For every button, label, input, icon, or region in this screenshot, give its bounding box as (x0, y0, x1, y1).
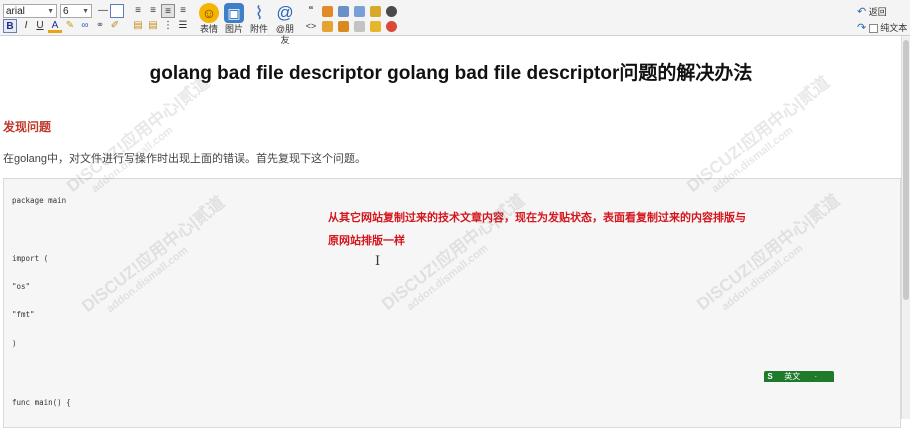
annotation-note: 从其它网站复制过来的技术文章内容，现在为发贴状态，表面看复制过来的内容排版与 原… (328, 207, 808, 253)
ime-extra: · (814, 372, 818, 381)
back-arrow-icon: ↶ (857, 6, 867, 18)
plain-text-label: 纯文本 (880, 23, 908, 33)
code-line: package main (12, 196, 67, 205)
chevron-down-icon: ▼ (82, 8, 89, 15)
password-icon[interactable] (322, 21, 333, 32)
section-heading: 发现问题 (3, 120, 52, 134)
align-right-button[interactable]: ≡ (161, 4, 175, 18)
code-line: "fmt" (12, 310, 35, 319)
smiley-icon: ☺ (199, 3, 219, 23)
font-family-select[interactable]: arial ▼ (3, 4, 57, 18)
attachment-label: 附件 (249, 24, 268, 34)
code-button[interactable]: <> (304, 19, 318, 33)
attachment-button[interactable]: ⌇ 附件 (246, 3, 272, 35)
font-size-value: 6 (63, 6, 69, 17)
plain-text-toggle[interactable]: ↷ 纯文本 (857, 21, 907, 34)
reply-icon[interactable] (338, 21, 349, 32)
scrollbar-thumb[interactable] (903, 40, 909, 300)
flash-icon[interactable] (354, 6, 365, 17)
video-icon[interactable] (386, 6, 397, 17)
italic-button[interactable]: I (19, 19, 33, 33)
chevron-down-icon: ▼ (47, 8, 54, 15)
unordered-list-button[interactable]: ☰ (176, 19, 190, 33)
code-line: "os" (12, 282, 31, 291)
ime-status-bar[interactable]: S 英文 · (764, 371, 834, 382)
code-line: func main() { (12, 398, 71, 407)
back-link[interactable]: ↶ 返回 (857, 5, 887, 18)
annotation-line: 从其它网站复制过来的技术文章内容，现在为发贴状态，表面看复制过来的内容排版与 (328, 212, 746, 224)
image-button[interactable]: ▣ 图片 (221, 3, 247, 35)
horizontal-rule-button[interactable]: — (96, 4, 110, 18)
align-justify-button[interactable]: ≡ (176, 4, 190, 18)
code-line: ) (12, 339, 17, 348)
plain-text-checkbox[interactable] (868, 24, 878, 34)
background-color-icon[interactable]: ✎ (63, 19, 77, 33)
ordered-list-button[interactable]: ⋮ (161, 19, 175, 33)
ime-language: 英文 (784, 372, 801, 381)
float-left-icon[interactable]: ▤ (131, 19, 145, 33)
text-color-button[interactable]: A (48, 19, 62, 33)
bold-button[interactable]: B (3, 19, 17, 33)
float-right-icon[interactable]: ▤ (146, 19, 160, 33)
paperclip-icon: ⌇ (254, 3, 264, 23)
image-icon: ▣ (224, 3, 244, 23)
align-center-button[interactable]: ≡ (146, 4, 160, 18)
qq-icon[interactable] (386, 21, 397, 32)
quote-button[interactable]: “ (304, 4, 318, 18)
at-icon: @ (276, 3, 294, 22)
text-cursor-icon: I (375, 254, 381, 269)
post-title: golang bad file descriptor golang bad fi… (149, 63, 753, 84)
free-content-icon[interactable] (338, 6, 349, 17)
unlink-icon[interactable]: ⚭ (93, 19, 107, 33)
emoji-label: 表情 (199, 24, 218, 34)
font-family-value: arial (6, 6, 25, 17)
font-size-select[interactable]: 6 ▼ (60, 4, 92, 18)
table-button[interactable] (110, 4, 124, 18)
ime-logo-icon: S (767, 372, 773, 381)
annotation-line: 原网站排版一样 (328, 235, 405, 247)
underline-button[interactable]: U (33, 19, 47, 33)
page-break-icon[interactable] (354, 21, 365, 32)
link-icon[interactable]: ∞ (78, 19, 92, 33)
hide-content-icon[interactable] (322, 6, 333, 17)
code-line: import ( (12, 254, 49, 263)
editor-content-area[interactable]: golang bad file descriptor golang bad fi… (0, 37, 902, 428)
intro-paragraph: 在golang中，对文件进行写操作时出现上面的错误。首先复现下这个问题。 (3, 153, 367, 165)
align-left-button[interactable]: ≡ (131, 4, 145, 18)
format-brush-icon[interactable]: ✐ (108, 19, 122, 33)
redo-arrow-icon: ↷ (857, 22, 867, 34)
back-label: 返回 (868, 7, 887, 17)
emoji-button[interactable]: ☺ 表情 (196, 3, 222, 35)
music-icon[interactable] (370, 6, 381, 17)
sticker-icon[interactable] (370, 21, 381, 32)
image-label: 图片 (224, 24, 243, 34)
editor-toolbar: arial ▼ 6 ▼ — B I U A ✎ ∞ ⚭ ✐ ≡ ≡ ≡ ≡ ▤ ▤ … (0, 0, 910, 45)
